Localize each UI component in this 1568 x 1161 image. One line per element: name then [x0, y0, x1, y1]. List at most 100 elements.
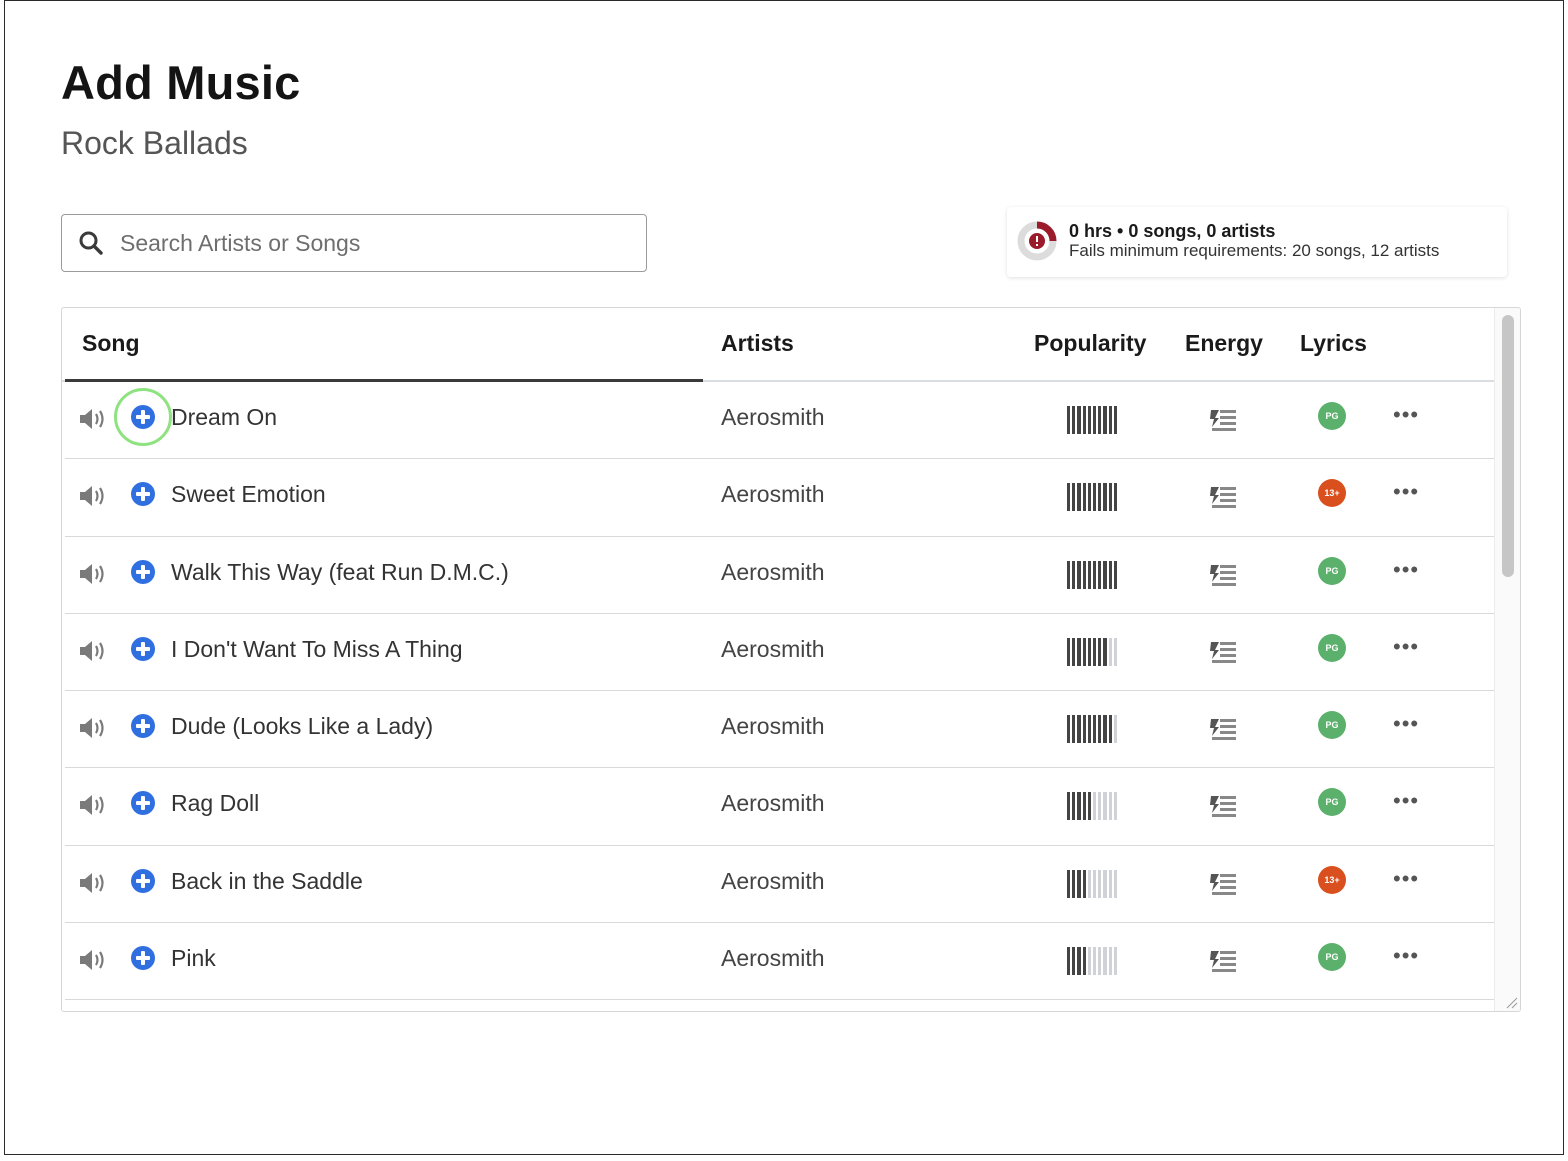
popularity-bar	[1087, 869, 1091, 898]
popularity-bar	[1113, 483, 1117, 512]
popularity-bar	[1072, 406, 1076, 434]
add-circle-icon[interactable]	[129, 635, 157, 663]
speaker-icon[interactable]	[77, 404, 109, 434]
popularity-bar	[1098, 869, 1102, 898]
song-table: Song Artists Popularity Energy Lyrics Dr…	[61, 307, 1521, 1012]
vertical-scrollbar[interactable]	[1494, 308, 1520, 1011]
popularity-bar	[1087, 483, 1091, 512]
popularity-bar	[1098, 637, 1102, 666]
popularity-bar	[1077, 406, 1081, 434]
add-circle-icon[interactable]	[129, 789, 157, 817]
table-row: Back in the Saddle Aerosmith 13+ •••	[65, 846, 1494, 924]
popularity-bar	[1103, 406, 1107, 434]
popularity-bar	[1067, 637, 1071, 666]
popularity-bar	[1098, 483, 1102, 512]
more-icon[interactable]: •••	[1393, 711, 1419, 737]
table-row: Sweet Emotion Aerosmith 13+ •••	[65, 459, 1494, 537]
popularity-bar	[1072, 869, 1076, 898]
add-circle-icon[interactable]	[114, 388, 172, 446]
search-box[interactable]	[61, 214, 647, 272]
popularity-meter	[1067, 792, 1117, 821]
popularity-bar	[1067, 483, 1071, 512]
popularity-bar	[1082, 947, 1086, 976]
song-title[interactable]: Back in the Saddle	[171, 868, 363, 895]
song-title[interactable]: Dream On	[171, 404, 277, 431]
popularity-bar	[1092, 869, 1097, 898]
energy-icon	[1208, 481, 1238, 511]
speaker-icon[interactable]	[77, 945, 109, 975]
speaker-icon[interactable]	[77, 713, 109, 743]
popularity-meter	[1067, 637, 1117, 666]
popularity-bar	[1113, 792, 1117, 821]
energy-icon	[1208, 559, 1238, 589]
add-circle-icon[interactable]	[129, 712, 157, 740]
popularity-bar	[1067, 869, 1071, 898]
lyrics-rating-badge: PG	[1318, 943, 1346, 972]
popularity-bar	[1082, 869, 1086, 898]
popularity-meter	[1067, 560, 1117, 589]
song-title[interactable]: I Don't Want To Miss A Thing	[171, 636, 463, 663]
song-title[interactable]: Walk This Way (feat Run D.M.C.)	[171, 559, 509, 586]
more-icon[interactable]: •••	[1393, 634, 1419, 660]
speaker-icon[interactable]	[77, 481, 109, 511]
add-circle-icon[interactable]	[129, 480, 157, 508]
scrollbar-thumb[interactable]	[1502, 315, 1514, 577]
artist-name[interactable]: Aerosmith	[721, 404, 825, 431]
song-title[interactable]: Pink	[171, 945, 216, 972]
artist-name[interactable]: Aerosmith	[721, 636, 825, 663]
artist-name[interactable]: Aerosmith	[721, 481, 825, 508]
column-song[interactable]: Song	[82, 330, 140, 357]
artist-name[interactable]: Aerosmith	[721, 868, 825, 895]
add-circle-icon[interactable]	[129, 558, 157, 586]
popularity-bar	[1092, 947, 1097, 976]
energy-icon	[1208, 945, 1238, 975]
popularity-bar	[1113, 869, 1117, 898]
requirements-summary: 0 hrs • 0 songs, 0 artists Fails minimum…	[1007, 207, 1507, 277]
lyrics-rating-badge: PG	[1318, 711, 1346, 740]
search-icon	[62, 214, 120, 272]
add-circle-icon[interactable]	[129, 867, 157, 895]
table-row: I Don't Want To Miss A Thing Aerosmith P…	[65, 614, 1494, 692]
column-popularity[interactable]: Popularity	[1034, 330, 1146, 357]
popularity-meter	[1067, 483, 1117, 512]
more-icon[interactable]: •••	[1393, 943, 1419, 969]
column-lyrics[interactable]: Lyrics	[1300, 330, 1367, 357]
popularity-bar	[1077, 483, 1081, 512]
more-icon[interactable]: •••	[1393, 402, 1419, 428]
artist-name[interactable]: Aerosmith	[721, 559, 825, 586]
more-icon[interactable]: •••	[1393, 557, 1419, 583]
popularity-bar	[1092, 483, 1097, 512]
popularity-bar	[1103, 637, 1107, 666]
more-icon[interactable]: •••	[1393, 479, 1419, 505]
popularity-bar	[1108, 792, 1112, 821]
song-title[interactable]: Sweet Emotion	[171, 481, 326, 508]
popularity-bar	[1087, 792, 1091, 821]
popularity-bar	[1087, 560, 1091, 589]
speaker-icon[interactable]	[77, 868, 109, 898]
resize-handle-icon[interactable]	[1504, 995, 1518, 1009]
popularity-bar	[1098, 560, 1102, 589]
more-icon[interactable]: •••	[1393, 866, 1419, 892]
lyrics-rating-badge: 13+	[1318, 479, 1346, 508]
song-title[interactable]: Rag Doll	[171, 790, 259, 817]
energy-icon	[1208, 790, 1238, 820]
popularity-bar	[1077, 869, 1081, 898]
artist-name[interactable]: Aerosmith	[721, 713, 825, 740]
add-circle-icon[interactable]	[129, 944, 157, 972]
popularity-bar	[1103, 869, 1107, 898]
table-row: Dude (Looks Like a Lady) Aerosmith PG ••…	[65, 691, 1494, 769]
summary-requirements: Fails minimum requirements: 20 songs, 12…	[1069, 241, 1440, 260]
popularity-bar	[1077, 637, 1081, 666]
search-input[interactable]	[120, 215, 646, 271]
speaker-icon[interactable]	[77, 790, 109, 820]
artist-name[interactable]: Aerosmith	[721, 945, 825, 972]
song-title[interactable]: Dude (Looks Like a Lady)	[171, 713, 433, 740]
popularity-bar	[1072, 560, 1076, 589]
more-icon[interactable]: •••	[1393, 788, 1419, 814]
column-artists[interactable]: Artists	[721, 330, 794, 357]
column-energy[interactable]: Energy	[1185, 330, 1263, 357]
speaker-icon[interactable]	[77, 559, 109, 589]
speaker-icon[interactable]	[77, 636, 109, 666]
energy-icon	[1208, 636, 1238, 666]
artist-name[interactable]: Aerosmith	[721, 790, 825, 817]
